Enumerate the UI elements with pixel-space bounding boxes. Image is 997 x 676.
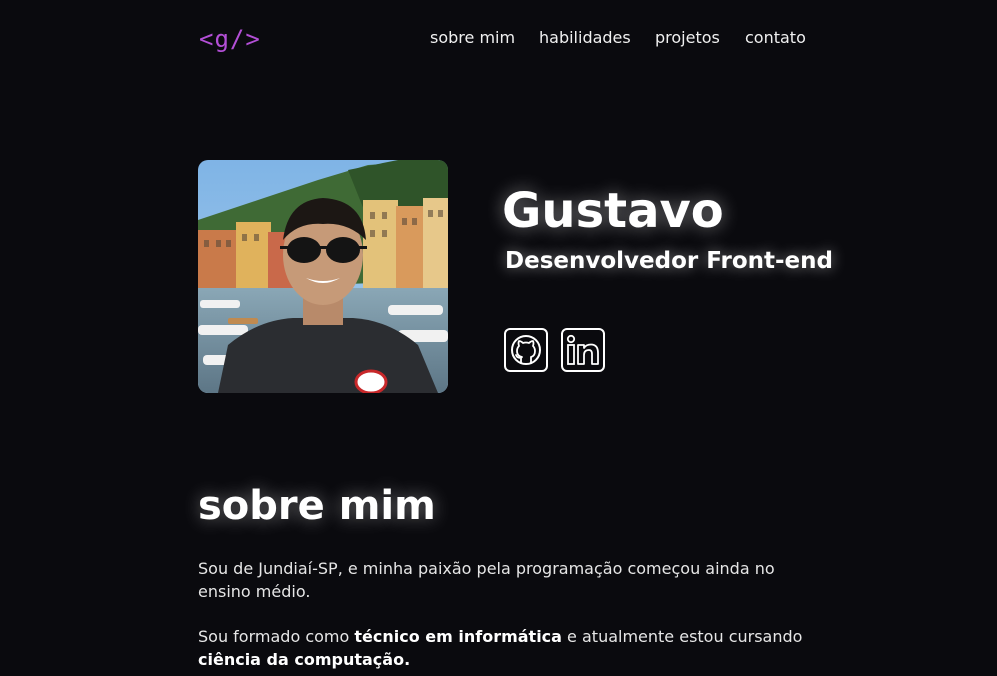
- about-paragraph-1: Sou de Jundiaí-SP, e minha paixão pela p…: [198, 559, 775, 601]
- nav-item-sobre-mim[interactable]: sobre mim: [430, 27, 515, 49]
- about-highlight: técnico em informática: [354, 627, 562, 646]
- about-text: e atualmente estou cursando: [561, 627, 803, 646]
- about-text: Sou formado como: [198, 627, 355, 646]
- about-highlight: ciência da computação.: [198, 650, 411, 669]
- page: <g/> sobre mim habilidades projetos cont…: [0, 0, 997, 676]
- section-title-sobre-mim: sobre mim: [198, 483, 436, 529]
- nav-item-habilidades[interactable]: habilidades: [539, 27, 631, 49]
- site-logo[interactable]: <g/>: [199, 24, 261, 54]
- profile-photo: [198, 160, 448, 393]
- about-paragraph-2: Sou formado como técnico em informática …: [198, 625, 818, 671]
- linkedin-link[interactable]: [561, 328, 605, 372]
- nav-item-projetos[interactable]: projetos: [655, 27, 720, 49]
- github-link[interactable]: [504, 328, 548, 372]
- linkedin-icon: [561, 328, 605, 372]
- github-icon: [504, 328, 548, 372]
- hero-role: Desenvolvedor Front-end: [505, 248, 833, 274]
- hero-name: Gustavo: [502, 183, 724, 239]
- nav-item-contato[interactable]: contato: [745, 27, 806, 49]
